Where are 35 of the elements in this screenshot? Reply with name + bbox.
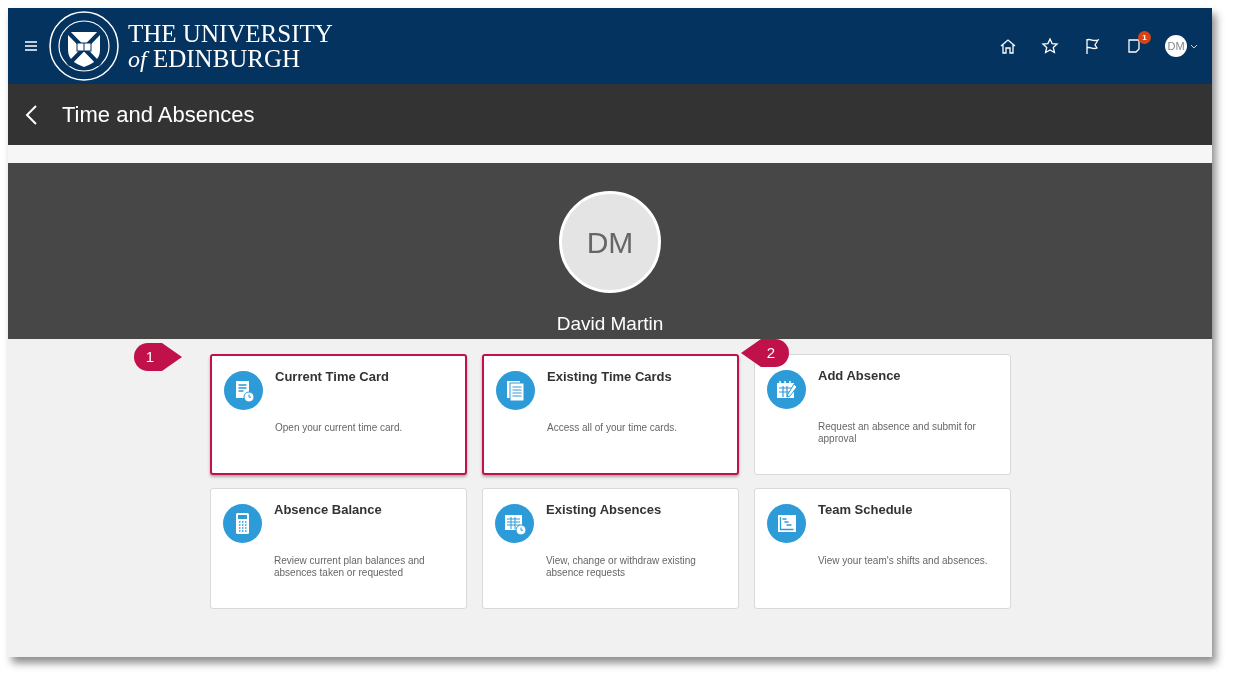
brand-name: THE UNIVERSITY	[128, 21, 333, 46]
tile-title: Existing Time Cards	[547, 368, 673, 386]
tile-card[interactable]: Current Time Card Open your current time card.	[210, 354, 467, 475]
tile-card[interactable]: Absence Balance Review current plan balances and absences taken or requested	[210, 488, 467, 609]
user-menu[interactable]: DM	[1165, 35, 1198, 57]
tile-title: Absence Balance	[274, 501, 383, 519]
tile-card[interactable]: Team Schedule View your team's shifts and absences.	[754, 488, 1011, 609]
tile-description: View your team's shifts and absences.	[818, 554, 988, 567]
tile-title: Add Absence	[818, 367, 902, 385]
calendar-pencil-icon	[767, 370, 806, 409]
tile-title: Team Schedule	[818, 501, 914, 519]
tile-title: Current Time Card	[275, 368, 390, 386]
menu-icon[interactable]	[22, 38, 40, 54]
notification-badge: 1	[1138, 31, 1151, 44]
calculator-icon	[223, 504, 262, 543]
callout-marker: 1	[132, 341, 184, 373]
tile-card[interactable]: Existing Absences View, change or withdraw existing absence requests	[482, 488, 739, 609]
callout-marker: 2	[739, 337, 791, 369]
profile-name: David Martin	[556, 312, 664, 336]
tile-title: Existing Absences	[546, 501, 663, 519]
profile-avatar: DM	[559, 191, 661, 293]
documents-icon	[496, 371, 535, 410]
calendar-clock-icon	[495, 504, 534, 543]
page-title: Time and Absences	[62, 101, 255, 129]
brand-name: of EDINBURGH	[128, 46, 302, 71]
tile-description: Request an absence and submit for approval	[818, 420, 977, 446]
user-avatar: DM	[1165, 35, 1187, 57]
tile-description: Review current plan balances and absences taken or requested	[274, 554, 426, 580]
tile-description: Open your current time card.	[275, 421, 403, 434]
tile-description: View, change or withdraw existing absence requests	[546, 554, 697, 580]
tile-card[interactable]: Existing Time Cards Access all of your time cards.	[482, 354, 739, 475]
caret-icon	[1190, 43, 1198, 49]
document-clock-icon	[224, 371, 263, 410]
chart-icon	[767, 504, 806, 543]
tile-description: Access all of your time cards.	[547, 421, 678, 434]
